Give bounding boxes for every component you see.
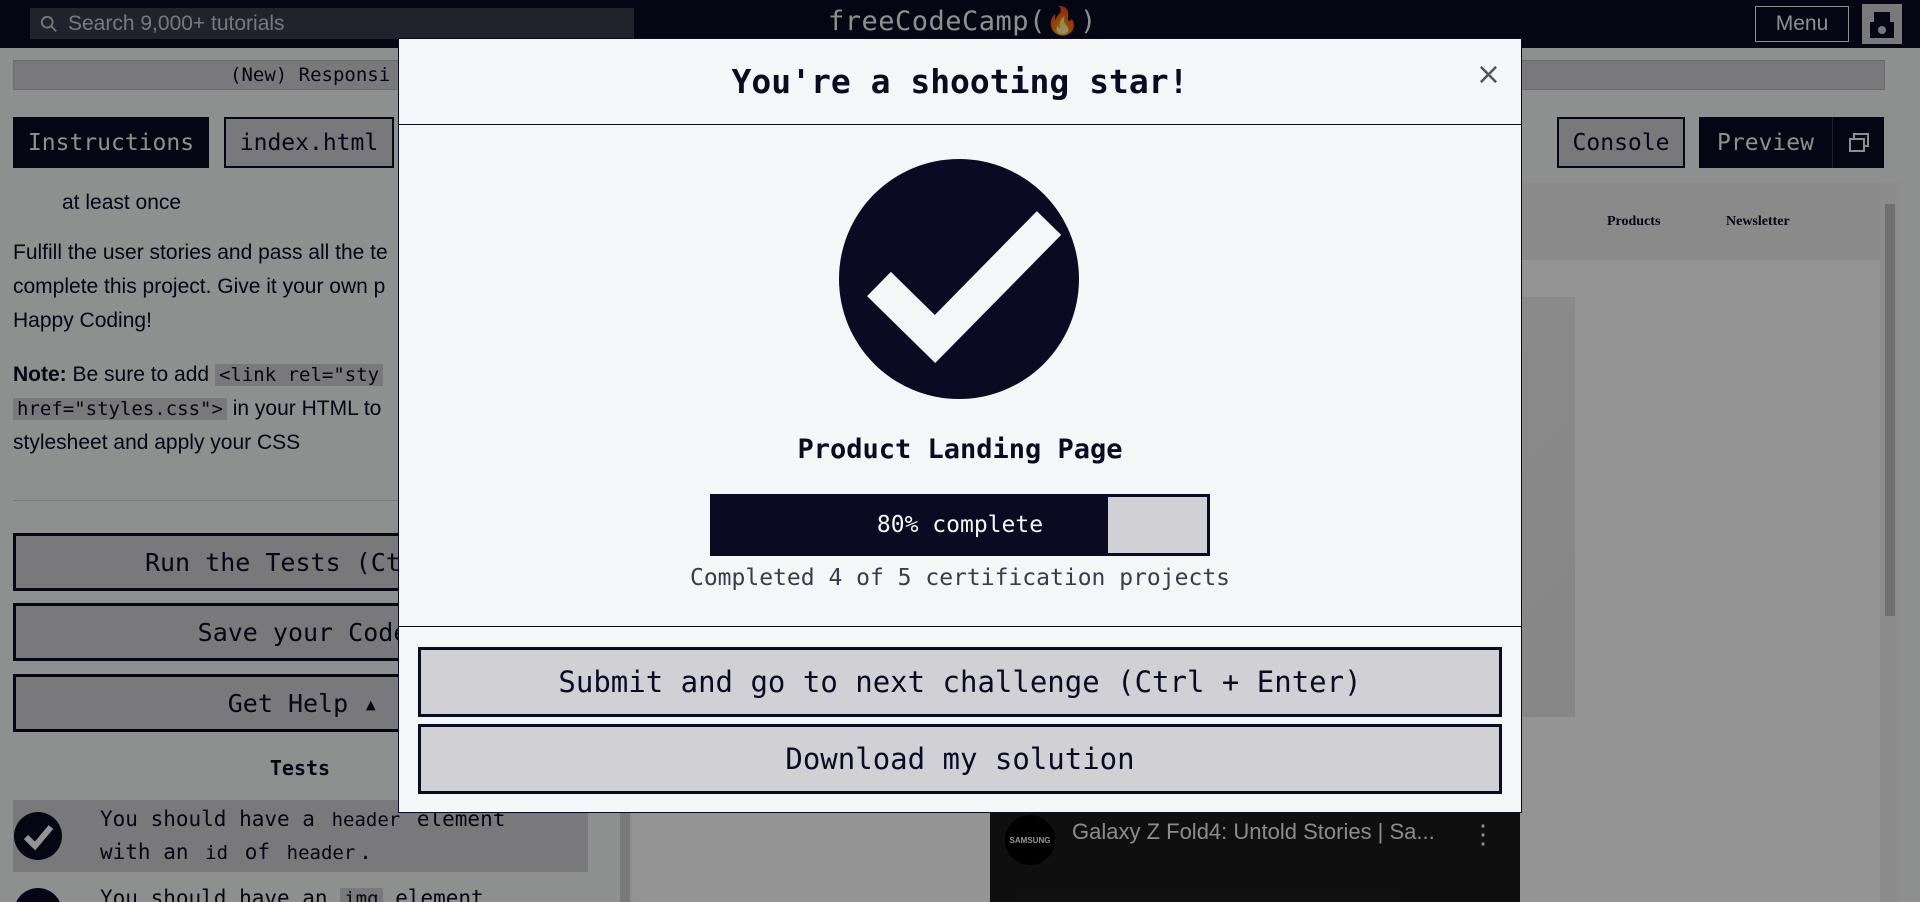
download-solution-button[interactable]: Download my solution xyxy=(418,724,1502,794)
modal-header: You're a shooting star! × xyxy=(399,39,1521,125)
progress-label: 80% complete xyxy=(876,512,1044,538)
success-check-icon xyxy=(839,159,1079,399)
close-button[interactable]: × xyxy=(1476,57,1501,92)
progress-caption: Completed 4 of 5 certification projects xyxy=(689,565,1231,591)
completion-modal: You're a shooting star! × Product Landin… xyxy=(398,38,1522,813)
divider xyxy=(399,626,1521,627)
certification-progress-bar: 80% complete xyxy=(710,494,1210,556)
project-name: Product Landing Page xyxy=(797,434,1123,465)
submit-next-challenge-button[interactable]: Submit and go to next challenge (Ctrl + … xyxy=(418,647,1502,717)
modal-title: You're a shooting star! xyxy=(731,62,1189,101)
